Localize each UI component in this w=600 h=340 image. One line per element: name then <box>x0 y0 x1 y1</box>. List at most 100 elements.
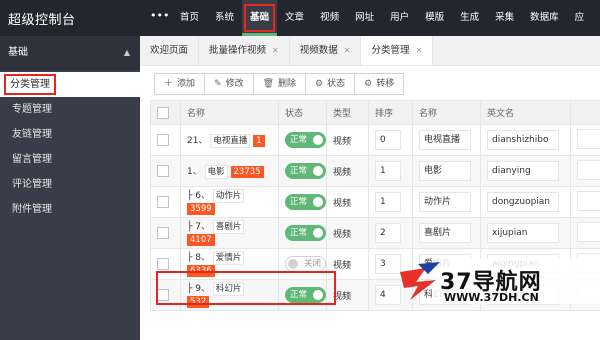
row-prefix: ├ 7、 <box>187 221 211 232</box>
tab-video-data[interactable]: 视频数据 ✕ <box>290 36 362 65</box>
sort-input[interactable]: 0 <box>375 130 401 150</box>
english-name-input[interactable]: xijupian <box>487 223 559 243</box>
row-prefix: 21、 <box>187 135 208 146</box>
sidebar-item-attachments[interactable]: 附件管理 <box>0 197 140 222</box>
add-button[interactable]: ＋添加 <box>154 73 206 95</box>
row-prefix: ├ 9、 <box>187 283 211 294</box>
english-name-input[interactable]: dianying <box>487 161 559 181</box>
sidebar-item-links[interactable]: 友链管理 <box>0 122 140 147</box>
status-toggle[interactable]: 关闭 <box>285 256 326 272</box>
row-checkbox[interactable] <box>157 258 169 270</box>
type-cell: 视频 <box>326 124 369 156</box>
english-name-input[interactable]: dongzuopian <box>487 192 559 212</box>
status-toggle[interactable]: 正常 <box>285 163 326 179</box>
status-toggle[interactable]: 正常 <box>285 287 326 303</box>
app-title: 超级控制台 <box>8 13 76 28</box>
nav-item-generate[interactable]: 生成 <box>452 0 487 36</box>
tab-welcome[interactable]: 欢迎页面 <box>140 36 200 65</box>
nav-item-basic[interactable]: 基础 <box>242 0 278 36</box>
sidebar-item-category[interactable]: 分类管理 <box>0 72 140 97</box>
table-header-row: 名称 状态 类型 排序 名称 英文名 <box>150 100 600 125</box>
nav-item-app[interactable]: 应 <box>567 0 593 36</box>
table-row: 1、 电影 23735 正常 视频 1 电影 dianying <box>150 155 600 187</box>
row-checkbox[interactable] <box>157 289 169 301</box>
nav-item-template[interactable]: 模版 <box>417 0 452 36</box>
type-cell: 视频 <box>326 155 369 187</box>
nav-item-collect[interactable]: 采集 <box>487 0 522 36</box>
select-all-checkbox[interactable] <box>157 106 169 119</box>
count-badge: 6336 <box>187 264 215 277</box>
status-toggle[interactable]: 正常 <box>285 194 326 210</box>
status-toggle[interactable]: 正常 <box>285 225 326 241</box>
nav-item-user[interactable]: 用户 <box>382 0 417 36</box>
gear-icon: ⚙ <box>364 79 373 89</box>
close-icon[interactable]: ✕ <box>415 46 422 55</box>
table-row: 21、 电视直播 1 正常 视频 0 电视直播 dianshizhibo <box>150 124 600 156</box>
more-dots-icon[interactable]: ••• <box>150 9 169 22</box>
toolbar: ＋添加 ✎ 修改 🗑 删除 ⚙ 状态 ⚙ 转移 <box>140 66 600 100</box>
sort-input[interactable]: 1 <box>375 161 401 181</box>
status-toggle[interactable]: 正常 <box>285 132 326 148</box>
count-badge: 4107 <box>187 233 215 246</box>
sidebar-item-messages[interactable]: 留言管理 <box>0 147 140 172</box>
name-input[interactable]: 喜剧片 <box>419 223 471 243</box>
sidebar-group-label: 基础 <box>8 47 28 58</box>
watermark-url: WWW.37DH.CN <box>444 291 539 304</box>
caret-up-icon: ▲ <box>123 48 130 57</box>
sidebar-item-comments[interactable]: 评论管理 <box>0 172 140 197</box>
sidebar-group-header[interactable]: 基础 ▲ <box>0 36 140 70</box>
english-name-input[interactable]: dianshizhibo <box>487 130 559 150</box>
extra-input[interactable] <box>577 190 600 211</box>
category-name-tag: 爱情片 <box>212 250 245 265</box>
status-button[interactable]: ⚙ 状态 <box>306 73 356 95</box>
sort-input[interactable]: 2 <box>375 223 401 243</box>
name-input[interactable]: 动作片 <box>419 192 471 212</box>
col-name: 名称 <box>180 100 279 125</box>
sidebar-item-topic[interactable]: 专题管理 <box>0 97 140 122</box>
plus-icon: ＋ <box>164 79 174 89</box>
edit-button[interactable]: ✎ 修改 <box>205 73 254 95</box>
extra-input[interactable] <box>577 159 600 180</box>
close-icon[interactable]: ✕ <box>344 46 351 55</box>
sidebar: 基础 ▲ 分类管理 专题管理 友链管理 留言管理 评论管理 附件管理 <box>0 36 140 340</box>
col-name2: 名称 <box>412 100 481 125</box>
category-name-tag: 喜剧片 <box>212 219 245 234</box>
move-button[interactable]: ⚙ 转移 <box>355 73 405 95</box>
type-cell: 视频 <box>326 217 369 249</box>
name-input[interactable]: 电影 <box>419 161 471 181</box>
nav-item-home[interactable]: 首页 <box>172 0 207 36</box>
row-checkbox[interactable] <box>157 134 169 146</box>
row-prefix: ├ 6、 <box>187 190 211 201</box>
row-checkbox[interactable] <box>157 227 169 239</box>
col-english-name: 英文名 <box>480 100 571 125</box>
category-name-tag: 科幻片 <box>212 281 245 296</box>
delete-button[interactable]: 🗑 删除 <box>253 73 307 95</box>
nav-item-url[interactable]: 网址 <box>347 0 382 36</box>
close-icon[interactable]: ✕ <box>272 46 279 55</box>
row-checkbox[interactable] <box>157 196 169 208</box>
category-name-tag: 动作片 <box>212 188 245 203</box>
row-checkbox[interactable] <box>157 165 169 177</box>
sort-input[interactable]: 1 <box>375 192 401 212</box>
tab-batch-video[interactable]: 批量操作视频 ✕ <box>199 36 290 65</box>
nav-item-system[interactable]: 系统 <box>207 0 242 36</box>
count-badge: 1 <box>253 134 265 147</box>
name-input[interactable]: 电视直播 <box>419 130 471 150</box>
type-cell: 视频 <box>326 279 369 311</box>
count-badge: 23735 <box>230 165 264 178</box>
table-row: ├ 7、 喜剧片 4107 正常 视频 2 喜剧片 xijupian <box>150 217 600 249</box>
pencil-icon: ✎ <box>214 79 222 89</box>
nav-item-video[interactable]: 视频 <box>312 0 347 36</box>
category-name-tag: 电影 <box>204 164 228 179</box>
top-bar: 超级控制台 ••• 首页 系统 基础 文章 视频 网址 用户 模版 生成 采集 … <box>0 0 600 36</box>
tab-category[interactable]: 分类管理 ✕ <box>361 36 434 65</box>
nav-item-database[interactable]: 数据库 <box>522 0 567 36</box>
extra-input[interactable] <box>577 128 600 149</box>
row-prefix: 1、 <box>187 166 202 177</box>
extra-input[interactable] <box>577 221 600 242</box>
col-extra <box>570 100 600 125</box>
nav-item-article[interactable]: 文章 <box>277 0 312 36</box>
top-nav: 首页 系统 基础 文章 视频 网址 用户 模版 生成 采集 数据库 应 <box>172 0 592 36</box>
select-all-cell[interactable] <box>150 100 181 125</box>
col-sort: 排序 <box>368 100 413 125</box>
